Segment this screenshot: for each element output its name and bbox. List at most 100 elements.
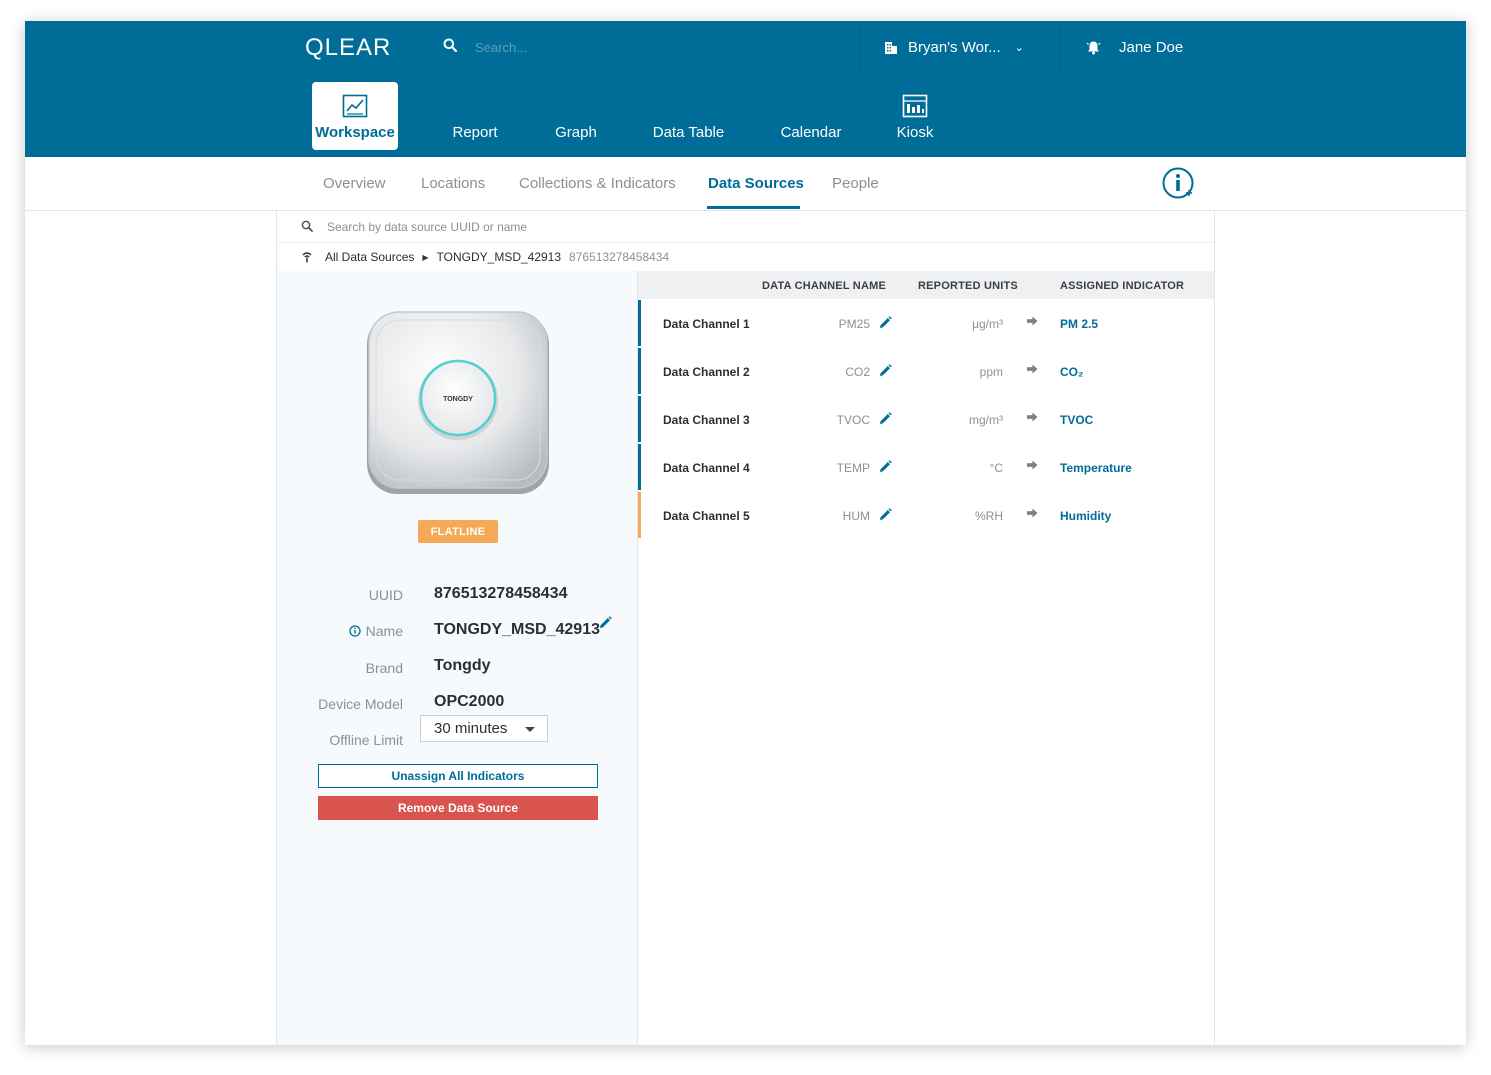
data-source-panel: All Data Sources ▶ TONGDY_MSD_42913 8765…: [276, 211, 1215, 1045]
breadcrumb-uuid: 876513278458434: [569, 250, 670, 264]
uuid-label: UUID: [368, 587, 403, 603]
arrow-right-icon: [1027, 412, 1038, 422]
row-status-bar: [638, 492, 641, 538]
subtab-overview[interactable]: Overview: [323, 175, 386, 192]
kiosk-icon: [902, 94, 928, 118]
user-name: Jane Doe: [1119, 38, 1184, 56]
row-status-bar: [638, 348, 641, 394]
tab-graph[interactable]: Graph: [533, 82, 619, 150]
offline-limit-label: Offline Limit: [329, 732, 403, 748]
tab-label: Workspace: [315, 124, 395, 141]
arrow-right-icon: [1027, 508, 1038, 518]
device-brand-text: TONGDY: [443, 396, 473, 403]
arrow-right-icon: [1027, 460, 1038, 470]
assigned-indicator-link[interactable]: TVOC: [1060, 413, 1093, 427]
assigned-indicator-link[interactable]: Humidity: [1060, 509, 1111, 523]
row-status-bar: [638, 300, 641, 346]
edit-channel-name-icon[interactable]: [879, 316, 892, 329]
table-row: Data Channel 4 TEMP °C Temperature: [638, 444, 1214, 490]
tab-data-table[interactable]: Data Table: [641, 82, 736, 150]
add-info-icon[interactable]: [1162, 167, 1196, 201]
table-row: Data Channel 1 PM25 μg/m³ PM 2.5: [638, 300, 1214, 346]
name-label-text: Name: [365, 623, 403, 639]
column-header-reported-units: REPORTED UNITS: [918, 280, 1018, 292]
global-search-input[interactable]: [475, 35, 855, 59]
breadcrumb-root[interactable]: All Data Sources: [325, 250, 414, 264]
arrow-right-icon: [1027, 316, 1038, 326]
edit-channel-name-icon[interactable]: [879, 412, 892, 425]
tab-report[interactable]: Report: [432, 82, 518, 150]
remove-data-source-button[interactable]: Remove Data Source: [318, 796, 598, 820]
edit-channel-name-icon[interactable]: [879, 508, 892, 521]
tab-calendar[interactable]: Calendar: [768, 82, 854, 150]
uuid-value: 876513278458434: [434, 585, 568, 602]
device-model-value: OPC2000: [434, 693, 505, 710]
tab-label: Report: [452, 124, 498, 141]
reported-units-value: mg/m³: [969, 413, 1003, 427]
channel-label: Data Channel 5: [663, 509, 750, 523]
data-source-search-input[interactable]: [327, 217, 827, 237]
row-status-bar: [638, 444, 641, 490]
tab-kiosk[interactable]: Kiosk: [872, 82, 958, 150]
table-row: Data Channel 5 HUM %RH Humidity: [638, 492, 1214, 538]
channel-name-value: HUM: [842, 509, 870, 523]
device-image: TONGDY: [367, 311, 549, 494]
brand-label: Brand: [365, 660, 403, 676]
table-header: DATA CHANNEL NAME REPORTED UNITS ASSIGNE…: [638, 271, 1214, 299]
chevron-down-icon: ⌄: [1014, 41, 1024, 54]
subtab-people[interactable]: People: [832, 175, 879, 192]
brand-value: Tongdy: [434, 657, 491, 674]
column-header-channel-name: DATA CHANNEL NAME: [762, 280, 886, 292]
info-icon[interactable]: [348, 625, 361, 637]
edit-channel-name-icon[interactable]: [879, 460, 892, 473]
column-header-assigned-indicator: ASSIGNED INDICATOR: [1060, 280, 1185, 292]
reported-units-value: ppm: [979, 365, 1003, 379]
offline-limit-select[interactable]: 30 minutes: [420, 715, 548, 742]
top-header: QLEAR Bryan's Wor... ⌄: [25, 21, 1466, 157]
app-window: QLEAR Bryan's Wor... ⌄: [25, 21, 1466, 1045]
device-model-label: Device Model: [318, 696, 403, 712]
channel-name-value: PM25: [838, 317, 870, 331]
channel-label: Data Channel 4: [663, 461, 750, 475]
row-status-bar: [638, 396, 641, 442]
search-icon: [301, 220, 313, 232]
channel-label: Data Channel 1: [663, 317, 750, 331]
table-row: Data Channel 3 TVOC mg/m³ TVOC: [638, 396, 1214, 442]
name-label: Name: [277, 623, 403, 639]
tab-label: Calendar: [780, 124, 842, 141]
subtab-locations[interactable]: Locations: [421, 175, 485, 192]
workspace-name: Bryan's Wor...: [908, 38, 1001, 56]
search-icon[interactable]: [443, 38, 457, 52]
building-icon: [885, 42, 897, 54]
tab-label: Data Table: [652, 124, 725, 141]
breadcrumb: All Data Sources ▶ TONGDY_MSD_42913 8765…: [277, 243, 1214, 271]
breadcrumb-separator-icon: ▶: [422, 252, 429, 262]
reported-units-value: %RH: [974, 509, 1003, 523]
user-menu[interactable]: Jane Doe: [1060, 21, 1260, 73]
active-tab-indicator: [707, 206, 800, 209]
subtab-collections-indicators[interactable]: Collections & Indicators: [519, 175, 676, 192]
app-logo[interactable]: QLEAR: [305, 34, 391, 62]
arrow-right-icon: [1027, 364, 1038, 374]
channel-name-value: CO2: [845, 365, 870, 379]
tab-label: Graph: [555, 124, 597, 141]
subtab-data-sources[interactable]: Data Sources: [708, 175, 804, 192]
offline-limit-value: 30 minutes: [434, 720, 508, 737]
tab-workspace[interactable]: Workspace: [312, 82, 398, 150]
name-value: TONGDY_MSD_42913: [434, 621, 600, 638]
bell-icon[interactable]: [1086, 40, 1101, 55]
status-badge: FLATLINE: [418, 520, 498, 543]
channel-label: Data Channel 3: [663, 413, 750, 427]
assigned-indicator-link[interactable]: Temperature: [1060, 461, 1132, 475]
unassign-all-indicators-button[interactable]: Unassign All Indicators: [318, 764, 598, 788]
assigned-indicator-link[interactable]: CO₂: [1060, 365, 1083, 379]
sub-navigation: Overview Locations Collections & Indicat…: [25, 157, 1466, 211]
channel-name-value: TVOC: [836, 413, 870, 427]
signal-source-icon: [302, 252, 312, 263]
workspace-selector[interactable]: Bryan's Wor... ⌄: [860, 21, 1060, 73]
device-details: TONGDY FLATLINE UUID 876513278458434 Nam…: [277, 271, 638, 1045]
edit-name-icon[interactable]: [599, 616, 612, 629]
edit-channel-name-icon[interactable]: [879, 364, 892, 377]
table-row: Data Channel 2 CO2 ppm CO₂: [638, 348, 1214, 394]
assigned-indicator-link[interactable]: PM 2.5: [1060, 317, 1098, 331]
